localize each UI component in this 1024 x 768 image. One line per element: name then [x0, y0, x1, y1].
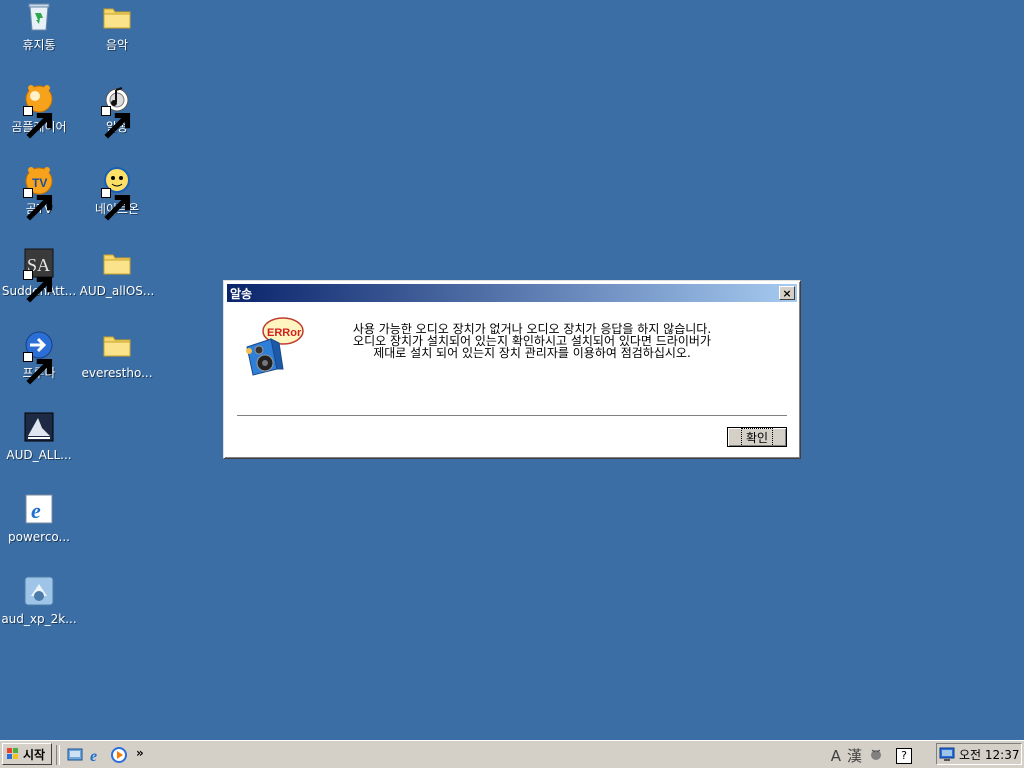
installer-icon — [22, 410, 56, 444]
ok-button-label: 확인 — [740, 427, 774, 447]
shortcut-arrow-icon — [23, 352, 53, 385]
internet-explorer-icon: e — [22, 492, 56, 526]
svg-text:e: e — [31, 498, 41, 523]
error-icon-text: ERRor — [267, 327, 302, 339]
desktop-icon-everest-folder[interactable]: everestho... — [79, 328, 155, 400]
shortcut-arrow-icon — [23, 106, 53, 139]
quick-launch-bar: e » — [56, 745, 144, 765]
desktop-icon-powerco[interactable]: e powerco... — [1, 492, 77, 564]
desktop-icon-music[interactable]: 음악 — [79, 0, 155, 72]
ime-settings-icon[interactable] — [868, 746, 884, 766]
desktop-icon-aud-xp-2k[interactable]: aud_xp_2k... — [1, 574, 77, 646]
dialog-titlebar[interactable]: 알송 × — [227, 284, 797, 302]
clock[interactable]: 오전 12:37 — [959, 746, 1019, 763]
dialog-body: ERRor 사용 가능한 오디오 장치가 없거나 오디오 장치가 응답을 하지 … — [227, 303, 797, 455]
message-line: 제대로 설치 되어 있는지 장치 관리자를 이용하여 점검하십시오. — [373, 346, 691, 360]
desktop-icon-label: everestho... — [81, 366, 153, 380]
recycle-bin-icon — [22, 0, 56, 34]
folder-icon — [100, 246, 134, 280]
desktop-icon-label: aud_xp_2k... — [1, 612, 77, 626]
start-button[interactable]: 시작 — [2, 743, 52, 765]
dialog-title: 알송 — [230, 286, 253, 301]
ime-toolbar: A 漢 ? — [831, 745, 912, 766]
desktop-icon-nateon[interactable]: 네이트온 — [79, 164, 155, 236]
desktop-icon-aud-all-installer[interactable]: AUD_ALL... — [1, 410, 77, 482]
desktop-icon-label: AUD_ALL... — [6, 448, 72, 462]
ime-mode-indicator[interactable]: A — [831, 747, 841, 765]
sudden-attack-icon: SA — [22, 246, 56, 303]
start-label: 시작 — [23, 747, 46, 762]
desktop-icon-alsong[interactable]: 알송 — [79, 82, 155, 154]
shortcut-arrow-icon — [23, 188, 53, 221]
close-button[interactable]: × — [779, 286, 795, 300]
dialog-message: 사용 가능한 오디오 장치가 없거나 오디오 장치가 응답을 하지 않습니다. … — [327, 323, 737, 359]
setup-icon — [22, 574, 56, 608]
internet-explorer-icon[interactable]: e — [88, 746, 106, 764]
gom-player-icon — [22, 82, 56, 139]
nateon-icon — [100, 164, 134, 221]
system-tray: 오전 12:37 — [936, 743, 1022, 765]
windows-logo-icon — [7, 748, 18, 759]
desktop-icon-gom-tv[interactable]: TV 곰TV — [1, 164, 77, 236]
quick-launch-more-chevron[interactable]: » — [136, 746, 144, 760]
shortcut-arrow-icon — [101, 106, 131, 139]
pruna-icon — [22, 328, 56, 385]
shortcut-arrow-icon — [23, 270, 53, 303]
shortcut-arrow-icon — [101, 188, 131, 221]
desktop-icon-recycle-bin[interactable]: 휴지통 — [1, 0, 77, 72]
show-desktop-icon[interactable] — [66, 746, 84, 764]
desktop-icon-label: 음악 — [105, 38, 129, 52]
quick-launch-separator — [56, 745, 60, 765]
media-player-icon[interactable] — [110, 746, 128, 764]
dialog-separator — [237, 415, 787, 417]
desktop-icon-label: 휴지통 — [22, 38, 56, 52]
desktop-icon-label: AUD_allOS... — [79, 284, 155, 298]
desktop-icon-sudden-attack[interactable]: SA SuddenAtt... — [1, 246, 77, 318]
svg-text:e: e — [90, 748, 97, 764]
folder-icon — [100, 328, 134, 362]
taskbar: 시작 e » A 漢 ? 오전 12:37 — [0, 740, 1024, 768]
ok-button[interactable]: 확인 — [727, 427, 787, 447]
desktop-icon-gom-player[interactable]: 곰플레이어 — [1, 82, 77, 154]
error-speaker-icon: ERRor — [237, 311, 305, 379]
hanja-indicator[interactable]: 漢 — [847, 745, 862, 766]
folder-icon — [100, 0, 134, 34]
gom-tv-icon: TV — [22, 164, 56, 221]
close-icon: × — [782, 286, 792, 300]
desktop-icon-label: powerco... — [8, 530, 70, 544]
network-icon[interactable] — [939, 746, 955, 762]
alsong-icon — [100, 82, 134, 139]
alsong-error-dialog: 알송 × ERRor 사용 가능한 오디오 장치가 없거나 오디오 장치가 응답… — [223, 280, 801, 459]
desktop-icon-pruna[interactable]: 프루나 — [1, 328, 77, 400]
help-icon[interactable]: ? — [896, 747, 912, 764]
svg-text:TV: TV — [32, 176, 47, 190]
desktop-icon-aud-allos-folder[interactable]: AUD_allOS... — [79, 246, 155, 318]
